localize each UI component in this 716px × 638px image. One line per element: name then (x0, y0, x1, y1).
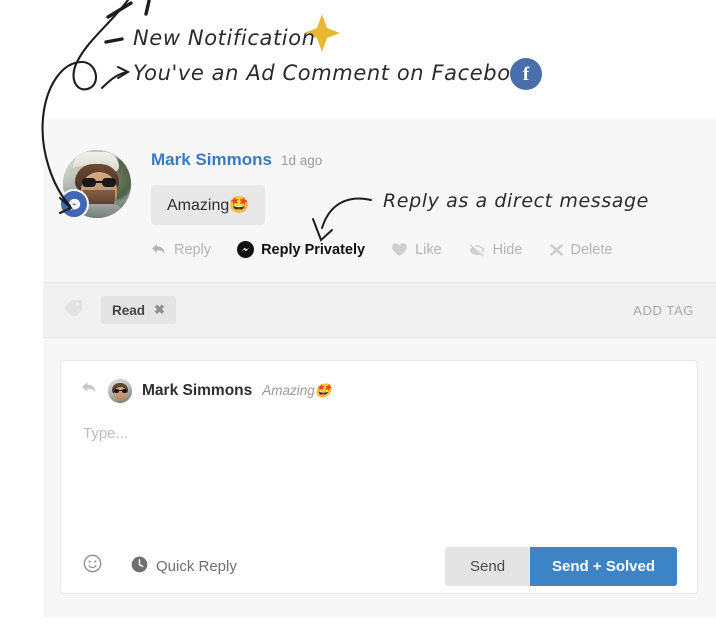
messenger-badge-icon (59, 189, 89, 219)
action-hide-label: Hide (492, 241, 523, 258)
composer-quoted-emoji: 🤩 (314, 383, 332, 399)
action-delete[interactable]: Delete (549, 241, 613, 258)
facebook-letter: f (522, 63, 530, 85)
action-reply-label: Reply (174, 241, 212, 258)
tag-icon (63, 299, 83, 321)
action-reply[interactable]: Reply (151, 242, 211, 258)
reply-arrow-icon (81, 381, 98, 401)
composer-area: Mark Simmons Amazing🤩 Type... Quick Repl… (43, 338, 716, 618)
tag-remove-icon[interactable]: ✖ (154, 302, 165, 318)
send-button[interactable]: Send (445, 546, 531, 586)
quick-reply-button[interactable]: Quick Reply (131, 556, 237, 577)
avatar[interactable] (59, 150, 131, 219)
composer-avatar (108, 379, 132, 403)
reply-text-input[interactable]: Type... (81, 403, 677, 539)
tag-bar: Read ✖ ADD TAG (43, 282, 716, 338)
action-delete-label: Delete (570, 241, 613, 258)
close-x-icon (549, 243, 564, 257)
annotation-line-2: You've an Ad Comment on Facebook (133, 61, 537, 85)
action-like[interactable]: Like (391, 242, 442, 258)
heart-icon (391, 242, 408, 257)
message-body: Mark Simmons 1d ago Amazing🤩 Reply Reply… (131, 150, 716, 282)
annotation-arrow-top (101, 66, 131, 89)
eye-slash-icon (468, 243, 486, 257)
tag-chip-read[interactable]: Read ✖ (101, 296, 176, 324)
smiley-icon[interactable] (83, 554, 102, 578)
message-header: Mark Simmons 1d ago (151, 150, 716, 172)
conversation-card: Mark Simmons 1d ago Amazing🤩 Reply Reply… (43, 118, 716, 618)
facebook-badge-icon: f (510, 58, 542, 90)
tag-chip-label: Read (112, 302, 146, 318)
message-text: Amazing (167, 197, 230, 214)
composer-recipient-name: Mark Simmons (142, 382, 253, 399)
quick-reply-label: Quick Reply (156, 557, 237, 575)
reply-arrow-icon (151, 243, 167, 257)
composer-quoted-text: Amazing🤩 (262, 383, 332, 399)
reply-composer: Mark Simmons Amazing🤩 Type... Quick Repl… (60, 360, 698, 594)
action-hide[interactable]: Hide (468, 242, 523, 258)
composer-footer: Quick Reply Send Send + Solved (81, 539, 677, 593)
composer-header: Mark Simmons Amazing🤩 (81, 379, 677, 403)
send-and-solved-button[interactable]: Send + Solved (530, 546, 677, 586)
message-author[interactable]: Mark Simmons (151, 150, 272, 170)
message-row: Mark Simmons 1d ago Amazing🤩 Reply Reply… (43, 118, 716, 282)
message-timestamp: 1d ago (280, 153, 323, 168)
sparkle-icon (304, 14, 340, 52)
annotation-line-1: New Notification (133, 26, 316, 50)
clock-icon (131, 556, 148, 577)
composer-buttons: Send Send + Solved (445, 546, 677, 586)
action-reply-privately[interactable]: Reply Privately (237, 241, 365, 258)
action-like-label: Like (415, 241, 442, 258)
page-root: Mark Simmons 1d ago Amazing🤩 Reply Reply… (0, 0, 716, 638)
add-tag-button[interactable]: ADD TAG (633, 303, 694, 318)
action-reply-privately-label: Reply Privately (261, 241, 366, 258)
message-bubble: Amazing🤩 (151, 185, 266, 225)
message-emoji: 🤩 (229, 195, 250, 214)
message-actions: Reply Reply Privately Like Hide Delete (151, 241, 716, 282)
spark-marks-icon (104, 0, 151, 44)
messenger-icon (237, 241, 255, 258)
